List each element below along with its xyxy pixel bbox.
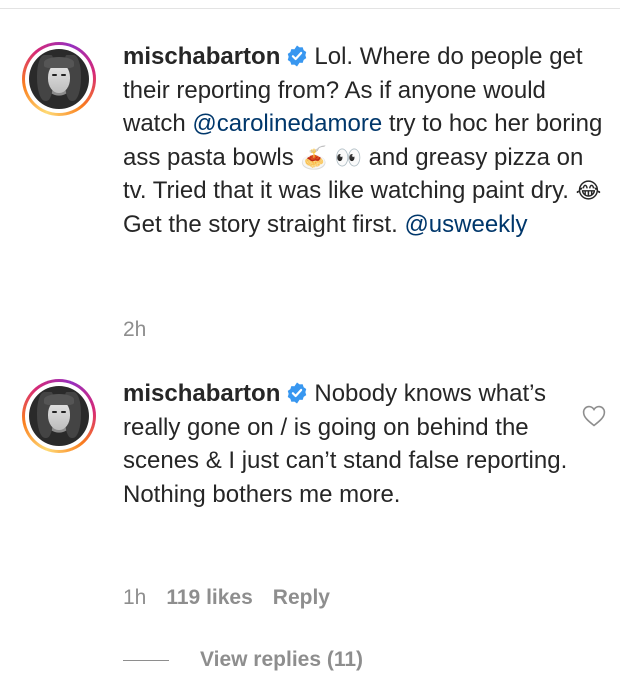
- mention-link[interactable]: @usweekly: [404, 211, 527, 238]
- timestamp[interactable]: 1h: [123, 586, 146, 609]
- view-replies-label[interactable]: View replies (11): [200, 648, 363, 672]
- view-replies-line: [123, 660, 169, 661]
- username-link[interactable]: mischabarton: [123, 380, 280, 407]
- avatar[interactable]: [22, 379, 96, 453]
- verified-badge-icon: [288, 382, 307, 404]
- pasta-emoji: 🍝: [300, 144, 328, 170]
- likes-count[interactable]: 119 likes: [166, 586, 252, 609]
- timestamp[interactable]: 2h: [123, 318, 146, 341]
- reply-button[interactable]: Reply: [273, 586, 330, 609]
- comment-text: mischabarton Lol. Where do people get the…: [123, 40, 605, 242]
- comment-text: mischabarton Nobody knows what’s really g…: [123, 377, 573, 511]
- comment-meta: 2h: [123, 318, 166, 342]
- heart-outline-icon[interactable]: [582, 405, 606, 427]
- verified-badge-icon: [288, 45, 307, 67]
- avatar[interactable]: [22, 42, 96, 116]
- comment-meta: 1h 119 likes Reply: [123, 586, 350, 610]
- laughing-emoji: 😂: [575, 178, 602, 204]
- username-link[interactable]: mischabarton: [123, 43, 280, 70]
- eyes-emoji: 👀: [334, 144, 362, 170]
- top-divider: [0, 8, 620, 9]
- mention-link[interactable]: @carolinedamore: [192, 110, 382, 137]
